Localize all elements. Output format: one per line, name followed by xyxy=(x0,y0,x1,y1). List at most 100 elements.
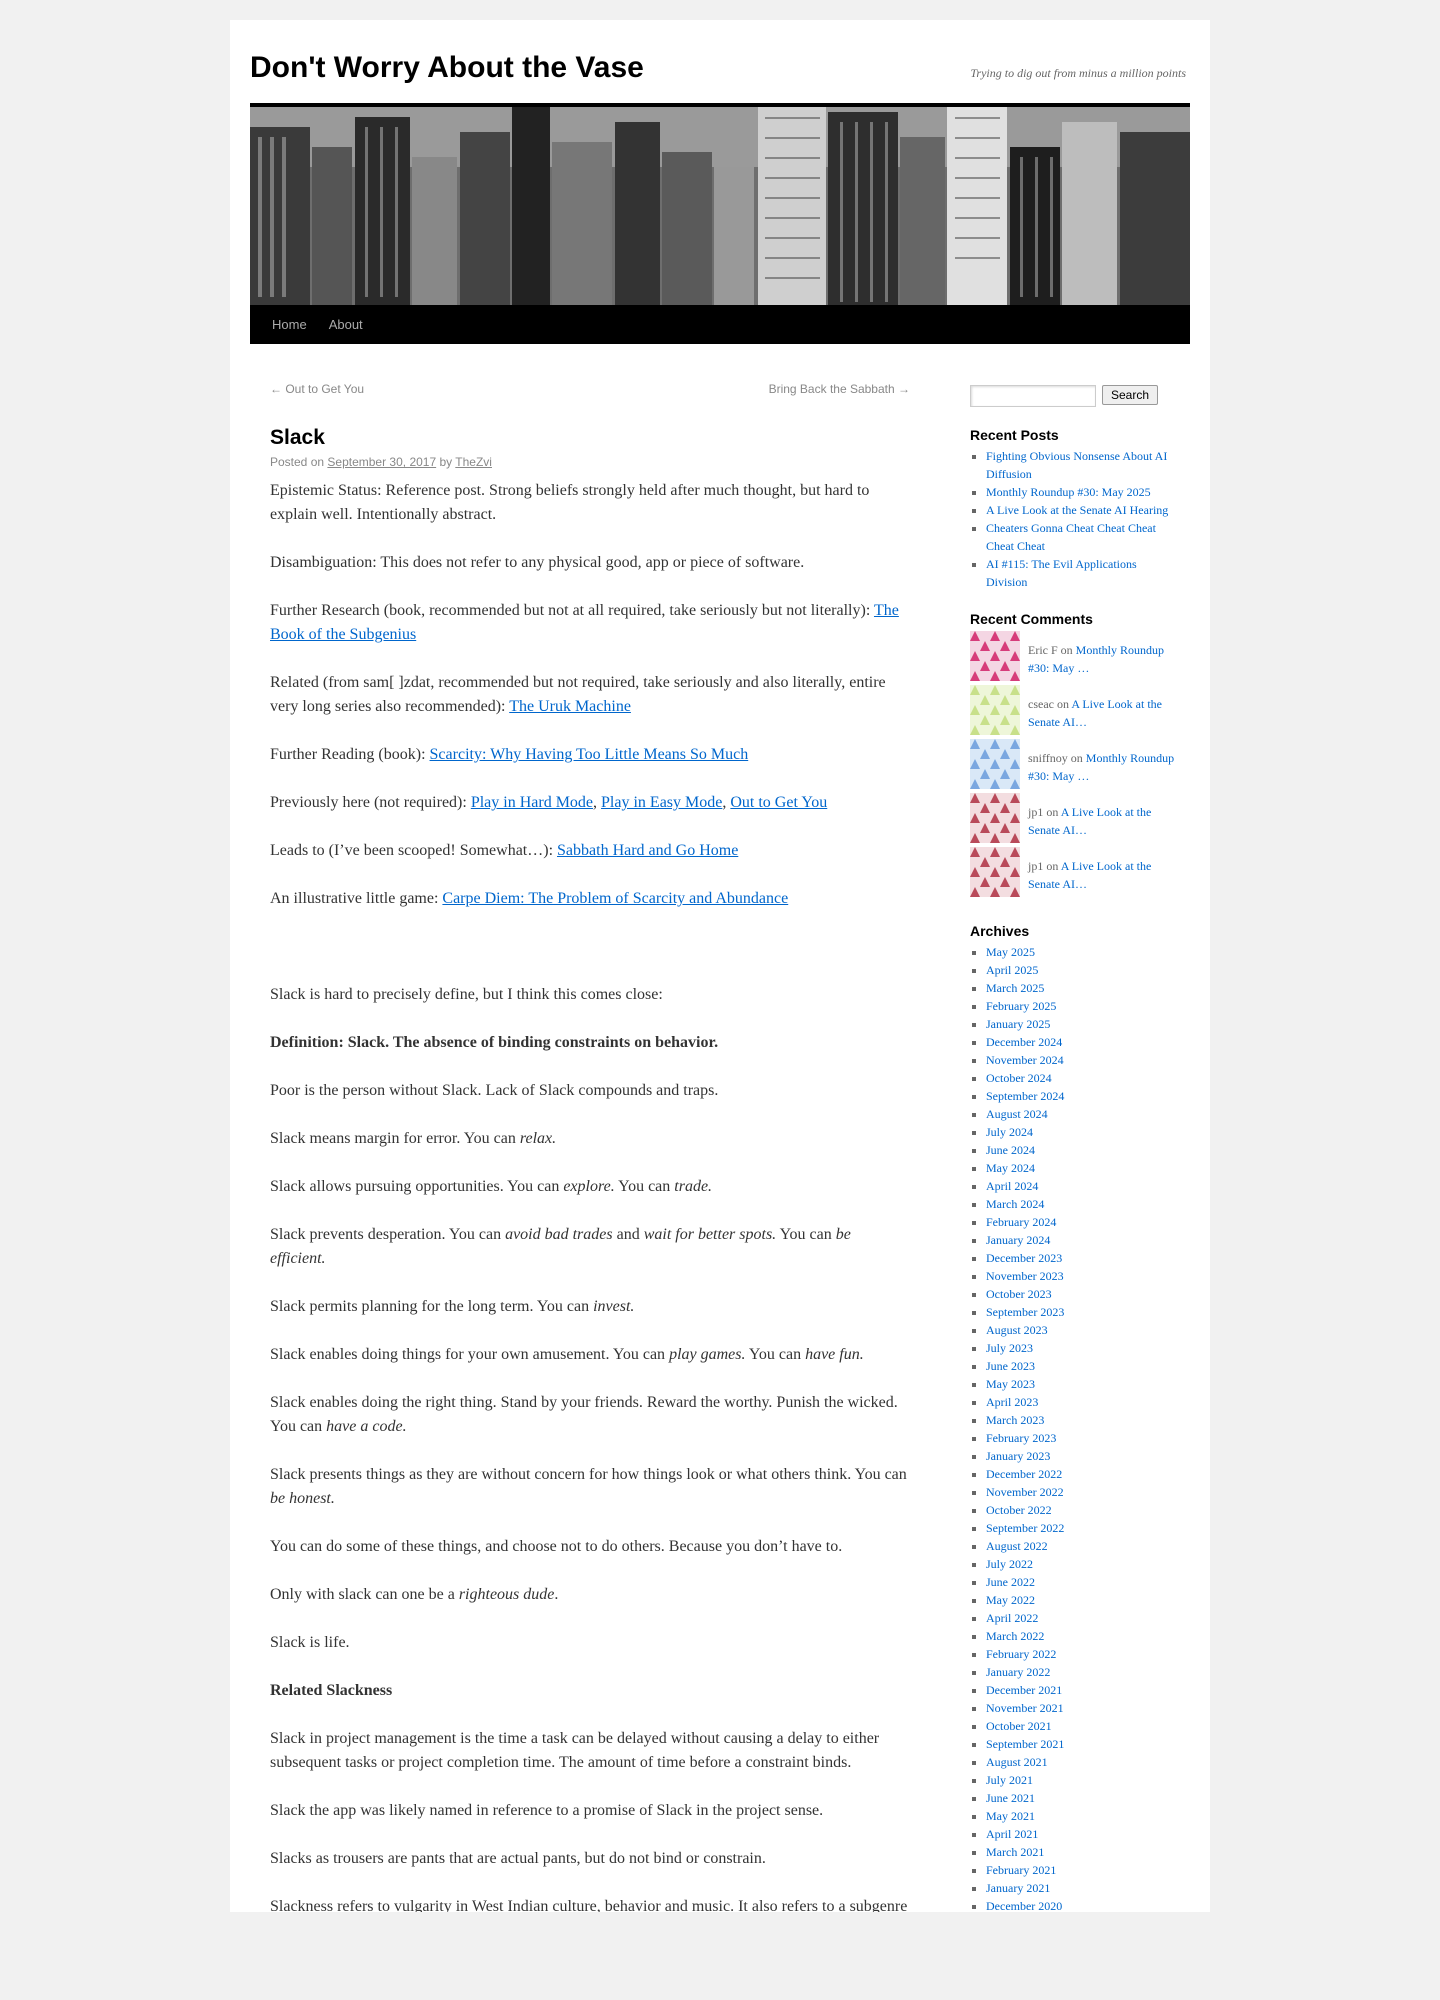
link-uruk-machine[interactable]: The Uruk Machine xyxy=(509,698,631,715)
link-out-to-get-you[interactable]: Out to Get You xyxy=(730,794,827,811)
nav-home[interactable]: Home xyxy=(261,305,318,344)
archive-item: January 2025 xyxy=(986,1015,1180,1033)
archive-link[interactable]: September 2024 xyxy=(986,1089,1064,1103)
prev-post-link[interactable]: ← Out to Get You xyxy=(270,382,364,396)
archive-link[interactable]: November 2024 xyxy=(986,1053,1064,1067)
archive-link[interactable]: August 2023 xyxy=(986,1323,1048,1337)
archive-link[interactable]: July 2021 xyxy=(986,1773,1033,1787)
archive-link[interactable]: December 2021 xyxy=(986,1683,1062,1697)
archive-link[interactable]: July 2022 xyxy=(986,1557,1033,1571)
archive-link[interactable]: May 2025 xyxy=(986,945,1035,959)
recent-comments-heading: Recent Comments xyxy=(970,611,1093,627)
archive-link[interactable]: January 2025 xyxy=(986,1017,1050,1031)
archive-link[interactable]: October 2022 xyxy=(986,1503,1052,1517)
archive-link[interactable]: May 2023 xyxy=(986,1377,1035,1391)
archive-link[interactable]: August 2022 xyxy=(986,1539,1048,1553)
emphasis: explore. xyxy=(563,1178,615,1196)
archive-item: June 2023 xyxy=(986,1357,1180,1375)
archive-link[interactable]: June 2024 xyxy=(986,1143,1035,1157)
definition-text: Definition: Slack. The absence of bindin… xyxy=(270,1034,719,1052)
recent-post-link[interactable]: Cheaters Gonna Cheat Cheat Cheat Cheat C… xyxy=(986,521,1156,553)
archive-link[interactable]: October 2023 xyxy=(986,1287,1052,1301)
archive-link[interactable]: June 2022 xyxy=(986,1575,1035,1589)
archive-link[interactable]: March 2021 xyxy=(986,1845,1044,1859)
archive-link[interactable]: April 2021 xyxy=(986,1827,1038,1841)
nav-about[interactable]: About xyxy=(318,305,374,344)
archive-link[interactable]: March 2023 xyxy=(986,1413,1044,1427)
link-scarcity[interactable]: Scarcity: Why Having Too Little Means So… xyxy=(430,746,749,763)
archive-link[interactable]: February 2021 xyxy=(986,1863,1056,1877)
text: and xyxy=(612,1226,644,1244)
archive-link[interactable]: August 2024 xyxy=(986,1107,1048,1121)
search-form: Search xyxy=(970,385,1180,409)
recent-post-link[interactable]: AI #115: The Evil Applications Division xyxy=(986,557,1137,589)
post-author-link[interactable]: TheZvi xyxy=(455,455,492,469)
archive-link[interactable]: August 2021 xyxy=(986,1755,1048,1769)
site-description: Trying to dig out from minus a million p… xyxy=(970,66,1186,80)
archive-link[interactable]: July 2024 xyxy=(986,1125,1033,1139)
archive-link[interactable]: March 2024 xyxy=(986,1197,1044,1211)
archive-link[interactable]: December 2022 xyxy=(986,1467,1062,1481)
archive-link[interactable]: June 2021 xyxy=(986,1791,1035,1805)
archive-link[interactable]: January 2024 xyxy=(986,1233,1050,1247)
post-date-link[interactable]: September 30, 2017 xyxy=(327,455,436,469)
site-title-link[interactable]: Don't Worry About the Vase xyxy=(250,51,644,84)
posted-on-label: Posted on xyxy=(270,455,325,470)
archive-item: September 2022 xyxy=(986,1519,1180,1537)
archive-link[interactable]: September 2023 xyxy=(986,1305,1064,1319)
paragraph-definition: Definition: Slack. The absence of bindin… xyxy=(270,1031,910,1055)
archive-link[interactable]: September 2021 xyxy=(986,1737,1064,1751)
archive-link[interactable]: April 2022 xyxy=(986,1611,1038,1625)
link-sabbath[interactable]: Sabbath Hard and Go Home xyxy=(557,842,738,859)
archive-item: April 2023 xyxy=(986,1393,1180,1411)
archive-link[interactable]: November 2021 xyxy=(986,1701,1064,1715)
search-input[interactable] xyxy=(970,385,1096,407)
archive-link[interactable]: December 2023 xyxy=(986,1251,1062,1265)
paragraph-leads-to: Leads to (I’ve been scooped! Somewhat…):… xyxy=(270,839,910,863)
archive-link[interactable]: October 2024 xyxy=(986,1071,1052,1085)
link-play-easy-mode[interactable]: Play in Easy Mode xyxy=(601,794,722,811)
archive-link[interactable]: May 2024 xyxy=(986,1161,1035,1175)
paragraph-define: Slack is hard to precisely define, but I… xyxy=(270,986,663,1004)
archive-link[interactable]: February 2022 xyxy=(986,1647,1056,1661)
archive-link[interactable]: December 2024 xyxy=(986,1035,1062,1049)
archive-link[interactable]: October 2021 xyxy=(986,1719,1052,1733)
archive-item: April 2022 xyxy=(986,1609,1180,1627)
archive-link[interactable]: May 2022 xyxy=(986,1593,1035,1607)
archive-link[interactable]: April 2024 xyxy=(986,1179,1038,1193)
archive-link[interactable]: January 2021 xyxy=(986,1881,1050,1895)
archive-link[interactable]: July 2023 xyxy=(986,1341,1033,1355)
emphasis: be honest. xyxy=(270,1490,335,1508)
by-label: by xyxy=(439,455,453,470)
archive-link[interactable]: May 2021 xyxy=(986,1809,1035,1823)
page-wrapper: Don't Worry About the Vase Trying to dig… xyxy=(230,20,1210,1912)
text: Slack enables doing things for your own … xyxy=(270,1346,670,1364)
archive-link[interactable]: December 2020 xyxy=(986,1899,1062,1912)
next-post-link[interactable]: Bring Back the Sabbath → xyxy=(769,382,910,396)
archive-link[interactable]: February 2025 xyxy=(986,999,1056,1013)
text: Further Reading (book): xyxy=(270,746,430,764)
recent-post-link[interactable]: Monthly Roundup #30: May 2025 xyxy=(986,485,1151,499)
archive-link[interactable]: April 2023 xyxy=(986,1395,1038,1409)
recent-post-link[interactable]: Fighting Obvious Nonsense About AI Diffu… xyxy=(986,449,1167,481)
link-carpe-diem[interactable]: Carpe Diem: The Problem of Scarcity and … xyxy=(442,890,788,907)
archive-link[interactable]: November 2023 xyxy=(986,1269,1064,1283)
archive-item: July 2023 xyxy=(986,1339,1180,1357)
archive-link[interactable]: April 2025 xyxy=(986,963,1038,977)
archive-item: March 2023 xyxy=(986,1411,1180,1429)
archive-link[interactable]: January 2022 xyxy=(986,1665,1050,1679)
archive-item: February 2022 xyxy=(986,1645,1180,1663)
archive-link[interactable]: March 2025 xyxy=(986,981,1044,995)
link-play-hard-mode[interactable]: Play in Hard Mode xyxy=(471,794,593,811)
archive-link[interactable]: June 2023 xyxy=(986,1359,1035,1373)
archive-link[interactable]: February 2024 xyxy=(986,1215,1056,1229)
archive-link[interactable]: September 2022 xyxy=(986,1521,1064,1535)
recent-post-link[interactable]: A Live Look at the Senate AI Hearing xyxy=(986,503,1168,517)
search-button[interactable]: Search xyxy=(1102,385,1159,405)
archive-link[interactable]: February 2023 xyxy=(986,1431,1056,1445)
archive-link[interactable]: November 2022 xyxy=(986,1485,1064,1499)
avatar-identicon-icon xyxy=(970,685,1020,735)
paragraph-margin: Slack means margin for error. You can re… xyxy=(270,1127,910,1151)
archive-link[interactable]: January 2023 xyxy=(986,1449,1050,1463)
archive-link[interactable]: March 2022 xyxy=(986,1629,1044,1643)
